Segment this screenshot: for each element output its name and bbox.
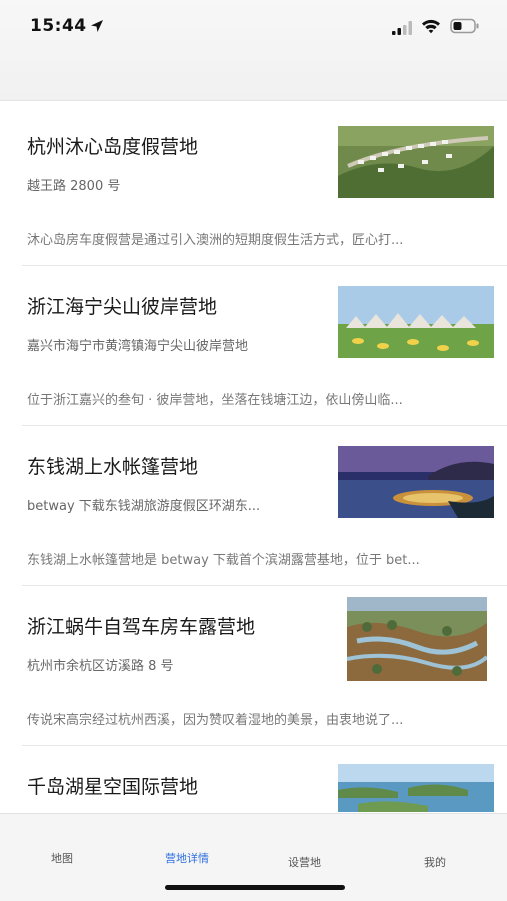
campsite-photo <box>338 446 494 518</box>
tab-set-campsite[interactable]: 设营地 <box>288 854 321 870</box>
tab-map[interactable]: 地图 <box>51 850 73 866</box>
campsite-photo <box>338 286 494 358</box>
home-indicator <box>165 885 345 890</box>
campsite-description: 传说宋高宗经过杭州西溪，因为赞叹着湿地的美景，由衷地说了... <box>27 713 404 728</box>
campsite-card[interactable]: 东钱湖上水帐篷营地 betway 下载东钱湖旅游度假区环湖东... 东钱湖上水帐… <box>22 425 507 586</box>
campsite-title: 浙江蜗牛自驾车房车露营地 <box>27 616 256 638</box>
campsite-card[interactable]: 浙江蜗牛自驾车房车露营地 杭州市余杭区访溪路 8 号 传说宋高宗经过杭州西溪，因… <box>22 585 507 746</box>
campsite-address: 杭州市余杭区访溪路 8 号 <box>27 659 174 674</box>
campsite-photo <box>338 126 494 198</box>
signal-icon <box>392 21 412 35</box>
campsite-address: 嘉兴市海宁市黄湾镇海宁尖山彼岸营地 <box>27 339 249 354</box>
campsite-description: 东钱湖上水帐篷营地是 betway 下载首个滨湖露营基地，位于 bet... <box>27 553 420 568</box>
campsite-list[interactable]: 杭州沐心岛度假营地 越王路 2800 号 沐心岛房车度假营是通过引入澳洲的短期度… <box>0 101 507 813</box>
campsite-photo <box>338 764 494 812</box>
campsite-card[interactable]: 浙江海宁尖山彼岸营地 嘉兴市海宁市黄湾镇海宁尖山彼岸营地 位于浙江嘉兴的叁旬 ·… <box>22 265 507 426</box>
campsite-description: 位于浙江嘉兴的叁旬 · 彼岸营地，坐落在钱塘江边，依山傍山临... <box>27 393 403 408</box>
campsite-title: 千岛湖星空国际营地 <box>27 776 199 798</box>
status-time: 15:44 <box>30 16 87 36</box>
campsite-description: 沐心岛房车度假营是通过引入澳洲的短期度假生活方式，匠心打... <box>27 233 404 248</box>
campsite-photo <box>347 597 487 681</box>
wifi-icon <box>422 19 440 34</box>
tab-mine[interactable]: 我的 <box>424 854 446 870</box>
campsite-card[interactable]: 杭州沐心岛度假营地 越王路 2800 号 沐心岛房车度假营是通过引入澳洲的短期度… <box>22 105 507 266</box>
campsite-title: 浙江海宁尖山彼岸营地 <box>27 296 218 318</box>
campsite-title: 东钱湖上水帐篷营地 <box>27 456 199 478</box>
tab-campsite-details[interactable]: 营地详情 <box>165 850 209 866</box>
campsite-address: betway 下载东钱湖旅游度假区环湖东... <box>27 499 261 514</box>
campsite-address: 越王路 2800 号 <box>27 179 121 194</box>
campsite-title: 杭州沐心岛度假营地 <box>27 136 199 158</box>
status-bar: 15:44 <box>0 0 507 101</box>
campsite-card[interactable]: 千岛湖星空国际营地 <box>22 745 507 813</box>
location-arrow-icon <box>91 20 103 32</box>
battery-icon <box>450 18 479 34</box>
